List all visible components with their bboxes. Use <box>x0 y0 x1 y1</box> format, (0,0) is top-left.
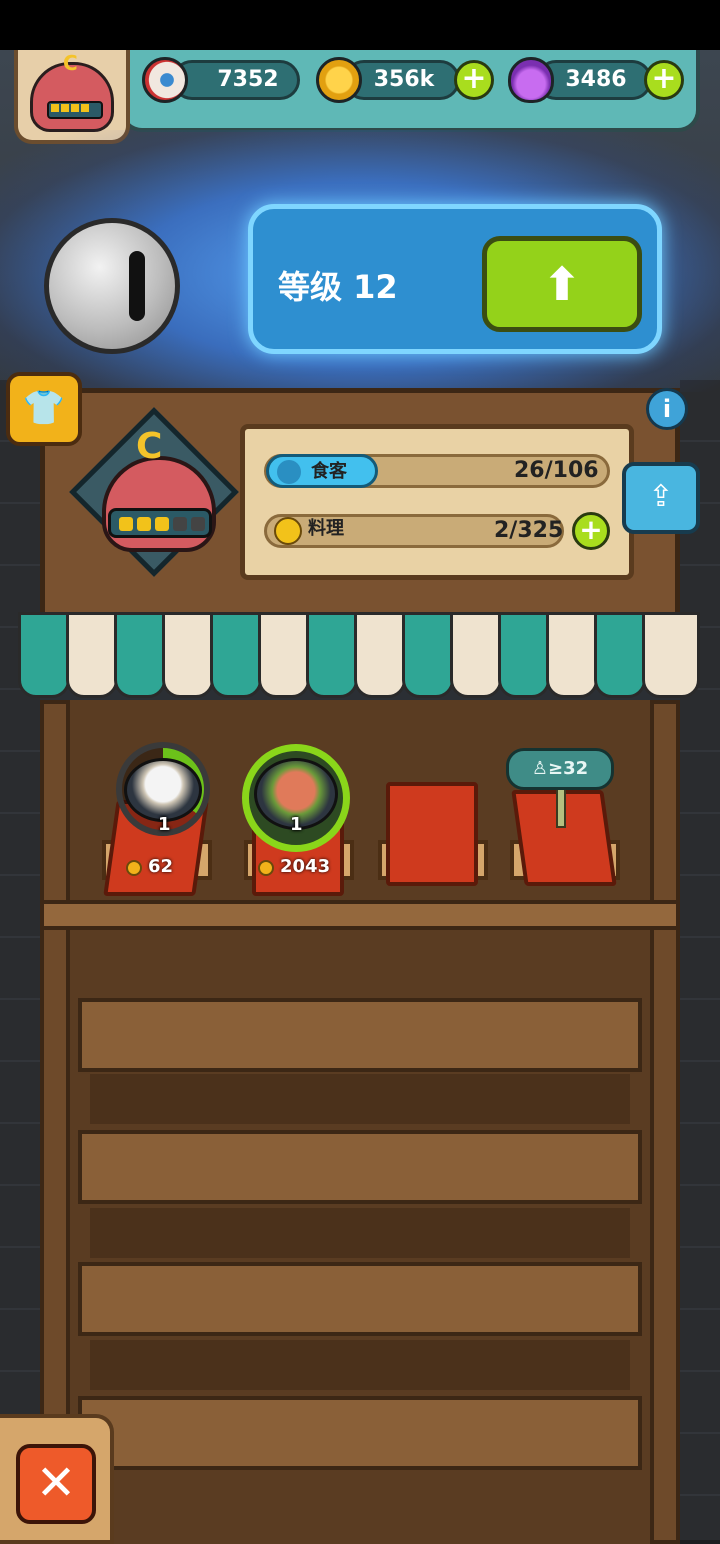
lock-sign-post <box>556 788 566 828</box>
shelf-gap <box>90 1208 630 1258</box>
close-button[interactable]: ✕ <box>16 1444 96 1524</box>
profile-grade: C <box>63 51 78 75</box>
dishes-value: 2/325 <box>494 518 564 543</box>
shirt-icon: 👕 <box>22 388 66 428</box>
owner-rank-bar <box>108 508 212 538</box>
profile-avatar[interactable]: C <box>30 51 114 132</box>
level-label: 等级 12 <box>278 268 398 306</box>
dish-quantity: 1 <box>158 814 171 835</box>
shop-owner: C <box>69 407 239 577</box>
coin-icon <box>258 860 274 876</box>
share-icon: ⇪ <box>648 479 674 514</box>
shop-grade: C <box>136 426 163 467</box>
person-icon: ♙ <box>531 758 548 779</box>
empty-slot[interactable] <box>386 782 478 886</box>
plus-icon: + <box>461 61 487 96</box>
dishes-tag: 料理 <box>266 514 370 548</box>
dish-price: 2043 <box>280 856 331 877</box>
diners-label: 食客 <box>311 461 347 482</box>
plus-icon: + <box>579 513 603 546</box>
eyeball-icon <box>44 218 180 354</box>
status-bar <box>0 0 720 50</box>
shop-awning <box>18 612 702 702</box>
add-potions-button[interactable]: + <box>644 60 684 100</box>
shop-counter <box>40 900 680 930</box>
close-icon: ✕ <box>35 1455 77 1511</box>
dish-price: 62 <box>148 856 174 877</box>
shelf <box>78 1262 642 1336</box>
background-wall-left <box>0 380 40 1540</box>
add-dish-button[interactable]: + <box>572 512 610 550</box>
dishes-label: 料理 <box>308 518 344 539</box>
coin-icon <box>126 860 142 876</box>
share-button[interactable]: ⇪ <box>622 462 700 534</box>
background-wall-right <box>680 380 720 1540</box>
dish-quantity: 1 <box>290 814 303 835</box>
eyeball-counter: 7352 <box>172 60 300 100</box>
coin-count: 356k <box>373 67 435 92</box>
shelf <box>78 1396 642 1470</box>
diners-value: 26/106 <box>514 458 599 483</box>
shelf <box>78 998 642 1072</box>
dish-rice-bowl[interactable] <box>124 758 202 822</box>
shelf-gap <box>90 1340 630 1390</box>
upgrade-button[interactable]: ⬆ <box>482 236 642 332</box>
unlock-requirement: ≥32 <box>548 758 589 779</box>
info-icon: i <box>662 395 672 423</box>
add-coins-button[interactable]: + <box>454 60 494 100</box>
shop-pillar-right <box>650 700 680 1544</box>
person-icon <box>277 460 301 484</box>
shelf-gap <box>90 1074 630 1124</box>
outfit-button[interactable]: 👕 <box>6 372 82 446</box>
up-arrow-icon: ⬆ <box>542 257 582 311</box>
coin-icon <box>316 57 362 103</box>
potion-count: 3486 <box>565 67 627 92</box>
info-button[interactable]: i <box>646 388 688 430</box>
plus-icon: + <box>651 61 677 96</box>
unlock-requirement-sign: ♙≥32 <box>506 748 614 790</box>
potion-icon <box>508 57 554 103</box>
diners-tag: 食客 <box>266 454 378 488</box>
shelf <box>78 1130 642 1204</box>
shop-stats-panel <box>240 424 634 580</box>
cloche-icon <box>274 517 302 545</box>
eyeball-count: 7352 <box>217 67 279 92</box>
eyeball-icon <box>142 57 188 103</box>
